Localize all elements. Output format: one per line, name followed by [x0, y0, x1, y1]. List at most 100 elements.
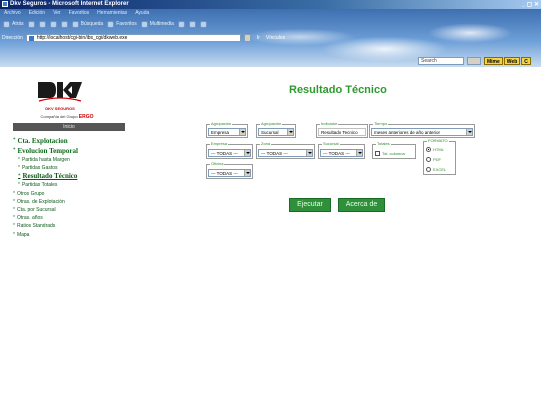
bullet-icon: *: [18, 165, 20, 172]
empresa-value: --- TODAS ---: [211, 151, 238, 156]
indicador-legend: Indicador: [321, 121, 338, 126]
totales-legend: Totales: [377, 141, 390, 146]
formato-html-label: HTML: [433, 147, 444, 152]
sidebar-item-mapa[interactable]: * Mapa: [13, 231, 131, 239]
menu-ayuda[interactable]: Ayuda: [135, 9, 149, 17]
formato-excel-radio[interactable]: [426, 167, 431, 172]
tot-columna-label: Tot. columna: [382, 151, 405, 156]
print-button[interactable]: [199, 20, 207, 28]
sucursal-select[interactable]: --- TODAS ---: [320, 149, 363, 157]
sidebar-item-label: Resultado Técnico: [22, 172, 78, 181]
favorites-label: Favoritos: [116, 21, 137, 27]
search-button[interactable]: Búsqueda: [71, 20, 104, 28]
menu-archivo[interactable]: Archivo: [4, 9, 21, 17]
sidebar-item-partida-margen[interactable]: * Partida hasta Margen: [13, 156, 131, 164]
menu-favoritos[interactable]: Favoritos: [69, 9, 90, 17]
agrupacion2-select[interactable]: Sucursal: [258, 128, 294, 136]
sidebar-item-evolucion-temporal[interactable]: * Evolucion Temporal: [13, 146, 131, 156]
search-input[interactable]: Search: [418, 57, 464, 65]
refresh-button[interactable]: [49, 20, 57, 28]
tot-columna-checkbox[interactable]: [375, 151, 380, 156]
ejecutar-button[interactable]: Ejecutar: [289, 198, 331, 212]
forward-arrow-icon: [27, 20, 35, 28]
menu-herramientas[interactable]: Herramientas: [97, 9, 127, 17]
bookmark-web[interactable]: Web: [503, 57, 521, 65]
sidebar-item-label: Otros Grupo: [16, 190, 45, 197]
forward-button[interactable]: [27, 20, 35, 28]
chevron-down-icon: [466, 129, 472, 135]
tiempo-select[interactable]: meses anteriores de año anterior: [371, 128, 473, 136]
sidebar-item-ratios[interactable]: * Ratios Standrads: [13, 222, 131, 230]
bookmark-c[interactable]: C: [521, 57, 531, 65]
bullet-icon: *: [18, 174, 21, 180]
bullet-icon: *: [13, 138, 16, 143]
chevron-down-icon: [306, 150, 312, 156]
zona-select[interactable]: --- TODAS ---: [258, 149, 313, 157]
stop-button[interactable]: [38, 20, 46, 28]
sucursal-legend: Sucursal: [323, 141, 339, 146]
window-title: Dkv Seguros - Microsoft Internet Explore…: [10, 1, 129, 7]
sidebar-item-otras-anos[interactable]: * Otras. años: [13, 214, 131, 222]
formato-pdf-label: PDF: [433, 157, 441, 162]
sidebar-item-resultado-tecnico[interactable]: * Resultado Técnico: [13, 172, 131, 181]
page-title: Resultado Técnico: [289, 84, 387, 96]
search-label: Búsqueda: [80, 21, 104, 27]
bullet-icon: *: [13, 215, 15, 222]
agrupacion1-value: Empresa: [211, 130, 230, 135]
toolbar: Atrás Búsqueda Favoritos Multimedia: [0, 18, 207, 30]
media-button[interactable]: Multimedia: [140, 20, 174, 28]
media-icon: [140, 20, 148, 28]
chevron-down-icon: [356, 150, 362, 156]
sidebar-item-label: Evolucion Temporal: [17, 147, 78, 155]
chevron-down-icon: [244, 150, 250, 156]
formato-html-radio[interactable]: [426, 147, 431, 152]
main-panel: Resultado Técnico Agrupación Empresa Agr…: [132, 67, 541, 402]
mail-button[interactable]: [188, 20, 196, 28]
page-icon: [28, 35, 34, 41]
back-label: Atrás: [12, 21, 24, 27]
address-input[interactable]: http://localhost/cgi-bin/ibs_cgi/dkweb.e…: [25, 33, 241, 42]
sidebar-nav: * Cta. Explotacion * Evolucion Temporal * P…: [13, 136, 131, 239]
sidebar-item-label: Partidas Totales: [21, 182, 58, 189]
bullet-icon: *: [13, 190, 15, 197]
back-button[interactable]: Atrás: [3, 20, 24, 28]
history-icon: [177, 20, 185, 28]
zona-legend: Zona: [261, 141, 271, 146]
browser-window: Dkv Seguros - Microsoft Internet Explore…: [0, 0, 541, 402]
sidebar-item-otras-explotacion[interactable]: * Otras. de Explotación: [13, 198, 131, 206]
oficina-select[interactable]: --- TODAS ---: [208, 169, 251, 177]
favorites-button[interactable]: Favoritos: [107, 20, 137, 28]
agrupacion1-select[interactable]: Empresa: [208, 128, 246, 136]
company-prefix: Compañía del Grupo: [40, 114, 78, 119]
browser-chrome: Archivo Edición Ver Favoritos Herramient…: [0, 9, 541, 67]
address-dropdown[interactable]: [243, 33, 251, 42]
menu-ver[interactable]: Ver: [53, 9, 61, 17]
search-go-button[interactable]: [467, 57, 481, 65]
sidebar-item-cta-explotacion[interactable]: * Cta. Explotacion: [13, 136, 131, 146]
bullet-icon: *: [13, 206, 15, 213]
inicio-link[interactable]: Inicio: [13, 123, 125, 131]
menu-edicion[interactable]: Edición: [29, 9, 45, 17]
home-button[interactable]: [60, 20, 68, 28]
sidebar-item-partidas-totales[interactable]: * Partidas Totales: [13, 181, 131, 189]
sucursal-value: --- TODAS ---: [323, 151, 350, 156]
sidebar-item-cta-sucursal[interactable]: * Cta. por Sucursal: [13, 206, 131, 214]
stop-icon: [38, 20, 46, 28]
indicador-value: Resultado Tecnico: [318, 128, 366, 136]
formato-pdf-radio[interactable]: [426, 157, 431, 162]
acerca-de-button[interactable]: Acerca de: [338, 198, 385, 212]
sidebar-item-partidas-gastos[interactable]: * Partidas Gastos: [13, 164, 131, 172]
bookmark-mime[interactable]: Mime: [484, 57, 503, 65]
bullet-icon: *: [18, 182, 20, 189]
sidebar-item-label: Cta. por Sucursal: [16, 206, 56, 213]
go-button[interactable]: Ir: [254, 35, 263, 41]
history-button[interactable]: [177, 20, 185, 28]
title-bar: Dkv Seguros - Microsoft Internet Explore…: [0, 0, 541, 9]
tiempo-value: meses anteriores de año anterior: [374, 130, 441, 135]
oficina-value: --- TODAS ---: [211, 171, 238, 176]
sidebar-item-otros-grupo[interactable]: * Otros Grupo: [13, 190, 131, 198]
links-label[interactable]: Vínculos: [266, 35, 285, 41]
bullet-icon: *: [13, 198, 15, 205]
empresa-legend: Empresa: [211, 141, 228, 146]
empresa-select[interactable]: --- TODAS ---: [208, 149, 251, 157]
